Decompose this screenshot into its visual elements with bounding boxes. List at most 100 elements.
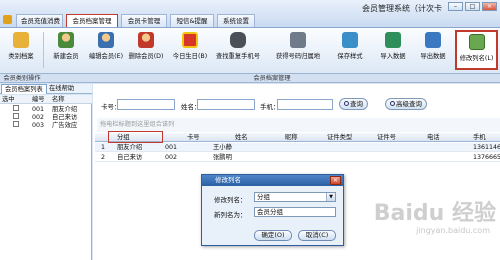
- tab-member-archive-list[interactable]: 会员档案列表: [1, 84, 47, 94]
- menu-tab-system-settings[interactable]: 系统设置: [217, 14, 255, 27]
- row-checkbox[interactable]: [13, 105, 19, 111]
- cancel-button[interactable]: 取消(C): [298, 230, 336, 241]
- group-by-hint[interactable]: 拖电栏标题到这里组合该列: [97, 118, 500, 132]
- sidebar-tabs: 会员档案列表 在线帮助: [0, 84, 92, 94]
- chevron-down-icon[interactable]: ▼: [326, 193, 335, 201]
- rename-column-label: 修改列名(L): [459, 55, 494, 62]
- cell-mobile: 137666566: [473, 154, 500, 161]
- find-duplicate-phone-button[interactable]: 查找重复手机号: [215, 30, 261, 70]
- column-header-card[interactable]: 卡号: [187, 133, 200, 142]
- column-header-name: 名称: [52, 96, 65, 103]
- menu-tab-member-archive[interactable]: 会员档案管理: [66, 14, 118, 27]
- maximize-button[interactable]: □: [465, 2, 480, 11]
- rename-column-icon: [468, 34, 485, 50]
- edit-member-button[interactable]: 编辑会员(E): [87, 30, 125, 70]
- export-data-button[interactable]: 导出数据: [414, 30, 452, 70]
- group-column-highlight: [108, 131, 163, 143]
- search-icon: [344, 101, 349, 106]
- table-row[interactable]: 2 自己来访 002 张鹏明 137666566: [95, 153, 500, 162]
- save-style-button[interactable]: 保存样式: [331, 30, 369, 70]
- edit-member-label: 编辑会员(E): [88, 53, 124, 60]
- list-item[interactable]: 003 广告效应: [0, 121, 92, 129]
- save-style-label: 保存样式: [337, 53, 363, 60]
- cell-mobile: 136114622: [473, 144, 500, 151]
- search-icon: [390, 101, 395, 106]
- rename-column-dialog: 修改列名 × 修改列名： 分组 ▼ 新列名为： 会员分组 确定(O) 取消(C): [201, 174, 344, 246]
- delete-member-button[interactable]: 删除会员(D): [127, 30, 165, 70]
- column-header-name[interactable]: 姓名: [235, 133, 248, 142]
- toolbar-group-archive: 会员档案管理: [44, 74, 500, 83]
- list-item[interactable]: 001 朋友介绍: [0, 105, 92, 113]
- category-archive-button[interactable]: 类别档案: [2, 30, 40, 70]
- list-item[interactable]: 002 自己来访: [0, 113, 92, 121]
- column-select-value: 分组: [257, 193, 270, 201]
- query-button-label: 查询: [350, 100, 363, 108]
- row-number: 1: [101, 144, 106, 151]
- folder-icon: [13, 32, 29, 48]
- app-logo-icon: [3, 15, 12, 24]
- column-header-phone[interactable]: 电话: [427, 133, 440, 142]
- delete-member-label: 删除会员(D): [128, 53, 164, 60]
- toolbar-group-category: 会员类别操作: [0, 74, 44, 83]
- column-header-id-type[interactable]: 证件类型: [327, 133, 352, 142]
- column-header-id-number[interactable]: 证件号: [377, 133, 396, 142]
- phone-location-button[interactable]: 获得号码归属地: [275, 30, 321, 70]
- phone-input[interactable]: [277, 99, 333, 110]
- column-header-code: 编号: [32, 96, 45, 103]
- column-header-mobile[interactable]: 手机: [473, 133, 486, 142]
- export-data-label: 导出数据: [420, 53, 446, 60]
- column-header-nickname[interactable]: 昵称: [285, 133, 298, 142]
- edit-user-icon: [98, 32, 114, 48]
- category-list: 选中 编号 名称 001 朋友介绍 002 自己来访 003 广告效应: [0, 95, 92, 260]
- category-name: 广告效应: [52, 122, 78, 129]
- cell-card: 002: [165, 154, 178, 161]
- menu-tab-sms-reminder[interactable]: 短信&提醒: [170, 14, 214, 27]
- new-member-button[interactable]: 新建会员: [47, 30, 85, 70]
- column-select-label: 修改列名：: [214, 196, 247, 204]
- new-name-label: 新列名为：: [214, 211, 247, 219]
- new-name-input[interactable]: 会员分组: [254, 207, 336, 217]
- minimize-button[interactable]: –: [448, 2, 463, 11]
- menu-tab-recharge[interactable]: 会员充值消费: [16, 14, 63, 27]
- birthday-today-button[interactable]: 今日生日(B): [171, 30, 209, 70]
- add-user-icon: [58, 32, 74, 48]
- import-icon: [385, 32, 401, 48]
- dialog-close-button[interactable]: ×: [330, 176, 341, 185]
- toolbar: 类别档案 新建会员 编辑会员(E) 删除会员(D) 今日生日(B) 查找重复手机…: [0, 28, 500, 74]
- cell-card: 001: [165, 144, 178, 151]
- org-chart-icon: [342, 32, 358, 48]
- export-icon: [425, 32, 441, 48]
- gift-icon: [182, 32, 198, 48]
- delete-user-icon: [138, 32, 154, 48]
- new-member-label: 新建会员: [53, 53, 79, 60]
- new-name-value: 会员分组: [257, 208, 283, 216]
- card-number-input[interactable]: [117, 99, 175, 110]
- search-bar: 卡号： 姓名： 手机： 查询 高级查询: [93, 97, 500, 114]
- cell-group: 自己来访: [117, 154, 143, 161]
- column-header-select: 选中: [2, 96, 15, 103]
- close-window-button[interactable]: ×: [482, 2, 497, 11]
- query-button[interactable]: 查询: [339, 98, 368, 110]
- menu-tab-card-management[interactable]: 会员卡管理: [121, 14, 167, 27]
- phone-location-label: 获得号码归属地: [275, 53, 321, 60]
- name-input[interactable]: [197, 99, 255, 110]
- cell-name: 张鹏明: [213, 154, 232, 161]
- dialog-title: 修改列名: [202, 175, 343, 186]
- rename-column-button[interactable]: 修改列名(L): [455, 30, 498, 70]
- ok-button[interactable]: 确定(O): [254, 230, 292, 241]
- tab-online-help[interactable]: 在线帮助: [46, 84, 77, 94]
- window-title: 会员管理系统（计次卡: [362, 4, 442, 13]
- category-list-header: 选中 编号 名称: [0, 95, 92, 104]
- cell-group: 朋友介绍: [117, 144, 143, 151]
- table-row[interactable]: 1 朋友介绍 001 王小静 136114622: [95, 143, 500, 152]
- cell-name: 王小静: [213, 144, 232, 151]
- import-data-button[interactable]: 导入数据: [374, 30, 412, 70]
- row-checkbox[interactable]: [13, 113, 19, 119]
- category-archive-label: 类别档案: [8, 53, 34, 60]
- menu-bar: 会员充值消费 会员档案管理 会员卡管理 短信&提醒 系统设置 会员管理系统（计次…: [0, 0, 500, 28]
- birthday-today-label: 今日生日(B): [172, 53, 208, 60]
- row-number: 2: [101, 154, 106, 161]
- column-select[interactable]: 分组 ▼: [254, 192, 336, 202]
- advanced-query-button[interactable]: 高级查询: [385, 98, 427, 110]
- row-checkbox[interactable]: [13, 121, 19, 127]
